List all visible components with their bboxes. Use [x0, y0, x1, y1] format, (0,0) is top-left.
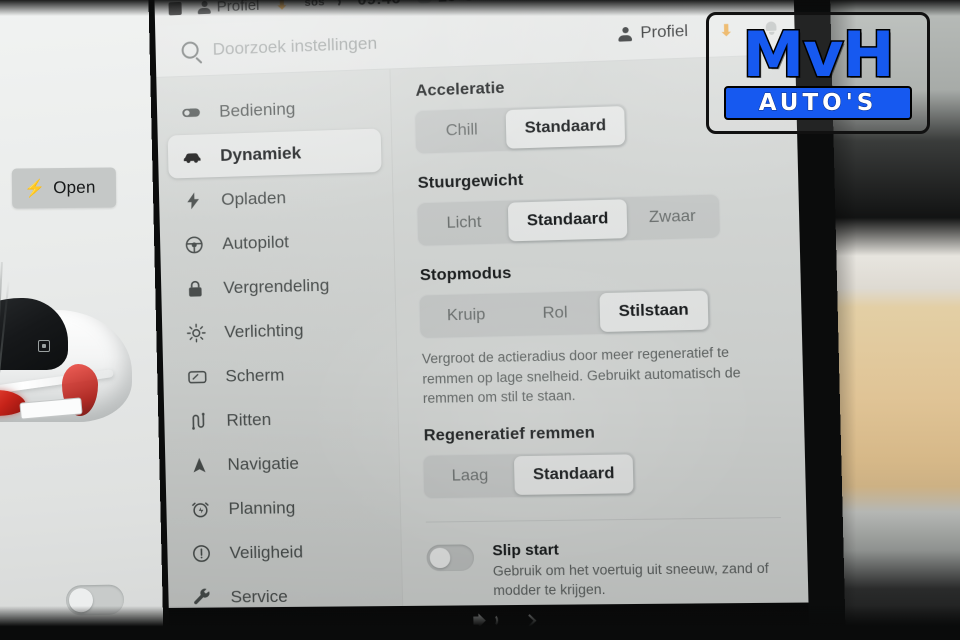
- sidebar-item-opladen[interactable]: Opladen: [169, 173, 383, 223]
- sidebar-item-label: Scherm: [225, 364, 285, 386]
- steering-segmented-control: Licht Standaard Zwaar: [416, 193, 722, 247]
- settings-body: Bediening Dynamiek Opladen Autopilot Ver…: [156, 54, 810, 638]
- sidebar-item-label: Veiligheid: [229, 541, 304, 562]
- sidebar-item-verlichting[interactable]: Verlichting: [172, 306, 386, 354]
- search-input[interactable]: Doorzoek instellingen: [212, 24, 604, 59]
- wrench-icon: [193, 588, 210, 604]
- steering-option-zwaar[interactable]: Zwaar: [627, 197, 718, 239]
- stopmode-option-stilstaan[interactable]: Stilstaan: [599, 290, 709, 333]
- sidebar-item-label: Autopilot: [222, 231, 290, 253]
- regen-title: Regeneratief remmen: [423, 423, 596, 445]
- settings-sidebar: Bediening Dynamiek Opladen Autopilot Ver…: [156, 69, 404, 638]
- screenshot-root: ⚡ Open Profiel ⬇ sos 09:46: [0, 0, 960, 640]
- bottom-shadow: [0, 606, 960, 640]
- open-button[interactable]: ⚡ Open: [11, 167, 117, 209]
- sidebar-item-label: Service: [230, 586, 288, 606]
- sidebar-item-label: Ritten: [226, 409, 272, 430]
- display-icon: [187, 369, 206, 383]
- acceleration-segmented-control: Chill Standaard: [413, 102, 629, 155]
- steering-wheel-icon: [185, 235, 203, 253]
- alarm-clock-icon: [190, 499, 211, 519]
- sidebar-item-label: Dynamiek: [219, 142, 302, 165]
- regen-option-laag[interactable]: Laag: [425, 456, 515, 496]
- stopmode-option-rol[interactable]: Rol: [510, 293, 600, 334]
- sidebar-item-label: Planning: [228, 497, 296, 518]
- settings-content: Acceleratie Chill Standaard Stuurgewicht…: [390, 55, 809, 637]
- sidebar-item-autopilot[interactable]: Autopilot: [170, 217, 384, 266]
- tesla-car-illustration: [0, 262, 140, 428]
- bolt-icon: ⚡: [23, 178, 46, 198]
- steering-option-standaard[interactable]: Standaard: [507, 199, 628, 242]
- person-icon: [618, 27, 632, 41]
- regen-segmented-control: Laag Standaard: [422, 450, 637, 499]
- acceleration-option-chill[interactable]: Chill: [417, 110, 506, 152]
- sidebar-item-label: Verlichting: [224, 320, 304, 341]
- watermark-logo: MvH AUTO'S: [706, 12, 930, 134]
- sidebar-item-label: Vergrendeling: [223, 275, 330, 297]
- sidebar-item-planning[interactable]: Planning: [176, 485, 390, 531]
- sidebar-item-scherm[interactable]: Scherm: [173, 351, 387, 399]
- sidebar-item-label: Bediening: [218, 98, 296, 121]
- stopmode-description: Vergroot de actieradius door meer regene…: [421, 344, 741, 407]
- route-icon: [188, 411, 209, 431]
- profile-label: Profiel: [640, 22, 689, 42]
- car-icon: [183, 152, 201, 163]
- bolt-icon: [187, 191, 199, 209]
- stopmode-segmented-control: Kruip Rol Stilstaan: [418, 287, 712, 340]
- slip-start-row: Slip start Gebruik om het voertuig uit s…: [424, 538, 785, 600]
- sidebar-item-label: Opladen: [221, 187, 287, 209]
- search-icon: [181, 41, 199, 59]
- sidebar-item-dynamiek[interactable]: Dynamiek: [167, 128, 382, 179]
- stopmode-title: Stopmodus: [419, 264, 512, 285]
- watermark-sub: AUTO'S: [758, 90, 878, 117]
- slip-start-title: Slip start: [492, 541, 560, 560]
- sidebar-item-label: Navigatie: [227, 453, 300, 474]
- sidebar-item-navigatie[interactable]: Navigatie: [175, 440, 389, 487]
- lock-icon: [188, 279, 202, 296]
- slip-start-toggle[interactable]: [426, 544, 475, 571]
- sidebar-item-ritten[interactable]: Ritten: [174, 396, 388, 443]
- sidebar-item-vergrendeling[interactable]: Vergrendeling: [171, 262, 385, 311]
- alert-circle-icon: [191, 543, 212, 563]
- sidebar-item-veiligheid[interactable]: Veiligheid: [177, 529, 391, 575]
- toggle-icon: [182, 107, 200, 117]
- open-button-label: Open: [53, 177, 96, 198]
- slip-start-description: Gebruik om het voertuig uit sneeuw, zand…: [492, 560, 769, 598]
- section-divider: [425, 516, 781, 523]
- sun-icon: [186, 322, 206, 342]
- navigation-arrow-icon: [193, 457, 206, 472]
- profile-button[interactable]: Profiel: [618, 22, 688, 43]
- watermark-banner: AUTO'S: [724, 86, 912, 121]
- steering-option-licht[interactable]: Licht: [419, 203, 508, 244]
- acceleration-option-standaard[interactable]: Standaard: [505, 106, 626, 149]
- sidebar-item-bediening[interactable]: Bediening: [167, 84, 381, 135]
- watermark-brand: MvH: [741, 17, 896, 91]
- regen-option-standaard[interactable]: Standaard: [513, 454, 634, 495]
- steering-title: Stuurgewicht: [417, 171, 524, 193]
- stopmode-option-kruip[interactable]: Kruip: [421, 295, 510, 336]
